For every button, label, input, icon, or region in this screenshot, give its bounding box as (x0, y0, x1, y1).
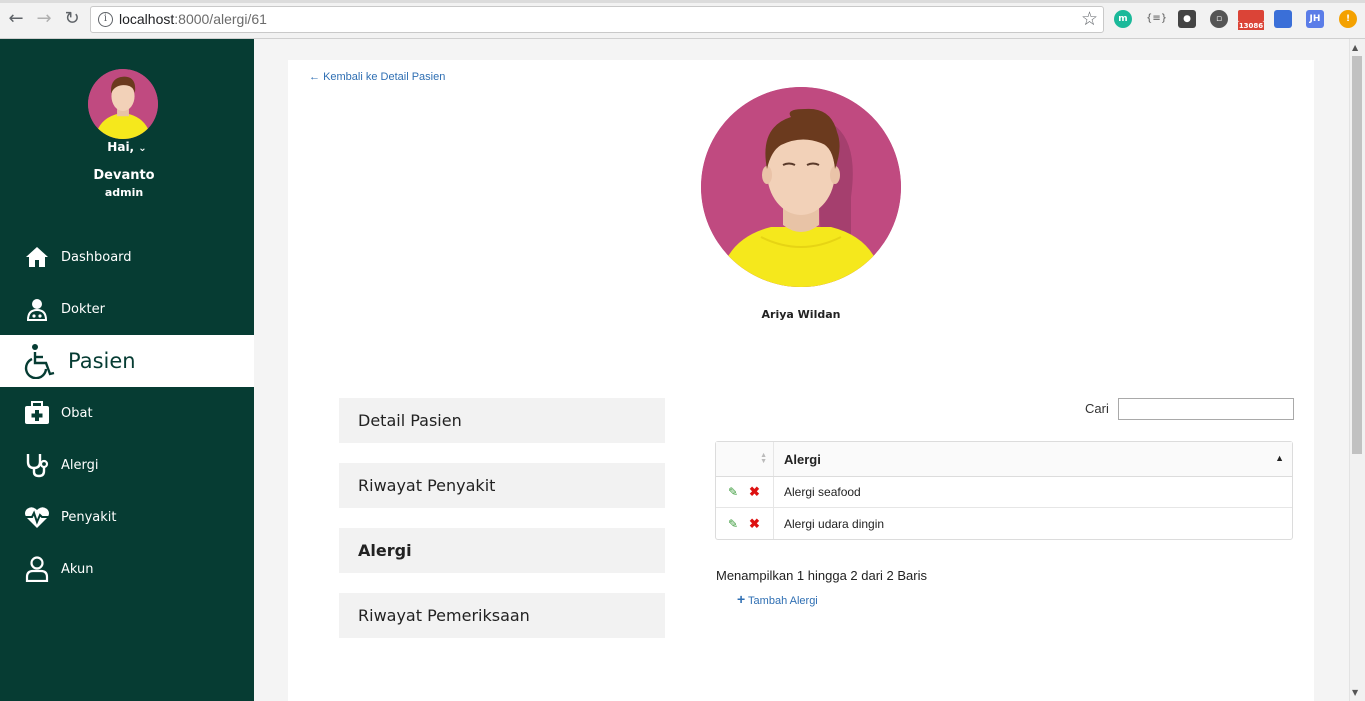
delete-icon[interactable]: ✖ (749, 517, 760, 530)
sidebar-item-label: Dashboard (61, 249, 132, 265)
table-header: ▲ ▼ Alergi ▲ (716, 442, 1292, 477)
address-bar[interactable]: i localhost:8000/alergi/61 ☆ (90, 6, 1104, 33)
tab-alergi[interactable]: Alergi (339, 528, 665, 573)
patient-name: Ariya Wildan (761, 308, 841, 321)
back-arrow-icon[interactable]: ← (6, 9, 26, 29)
table-cell: Alergi udara dingin (784, 516, 885, 531)
mail-badge: 13086 (1238, 22, 1264, 30)
patient-avatar-illustration (701, 87, 901, 287)
edit-icon[interactable]: ✎ (728, 486, 741, 498)
user-icon (24, 556, 50, 582)
alergi-table: ▲ ▼ Alergi ▲ ✎ ✖ Alergi seafood ✎ ✖ Alergi… (715, 441, 1293, 540)
delete-icon[interactable]: ✖ (749, 485, 760, 498)
stethoscope-icon (24, 452, 50, 478)
url-text[interactable]: localhost:8000/alergi/61 (119, 11, 267, 27)
mail-icon (1238, 10, 1264, 22)
sort-icon: ▲ ▼ (760, 452, 767, 465)
sidebar-item-dokter[interactable]: Dokter (0, 283, 254, 335)
plus-icon: + (737, 591, 746, 607)
sidebar-item-obat[interactable]: Obat (0, 387, 254, 439)
arrow-left-icon: ← (309, 71, 320, 83)
user-avatar[interactable] (88, 69, 158, 139)
column-header-label: Alergi (784, 451, 821, 467)
add-alergi-link[interactable]: + Tambah Alergi (737, 591, 818, 607)
sidebar-item-alergi[interactable]: Alergi (0, 439, 254, 491)
scroll-down-icon[interactable]: ▼ (1352, 688, 1358, 697)
row-actions: ✎ ✖ (716, 477, 774, 507)
url-path: :8000/alergi/61 (174, 11, 267, 27)
user-role: admin (104, 186, 144, 199)
bookmark-star-icon[interactable]: ☆ (1081, 8, 1098, 30)
extension-m-icon[interactable]: m (1114, 10, 1132, 28)
alergi-column-header[interactable]: Alergi ▲ (774, 442, 1292, 476)
sidebar-item-label: Penyakit (61, 509, 117, 525)
sidebar-item-label: Obat (61, 405, 93, 421)
username: Devanto (93, 168, 155, 183)
main-content: ← Kembali ke Detail Pasien Ariya Wildan … (288, 60, 1314, 701)
sidebar-item-label: Dokter (61, 301, 105, 317)
avatar-illustration (88, 69, 158, 139)
scroll-up-icon[interactable]: ▲ (1352, 43, 1358, 52)
edit-icon[interactable]: ✎ (728, 518, 741, 530)
row-actions: ✎ ✖ (716, 508, 774, 539)
actions-column-header[interactable]: ▲ ▼ (716, 442, 774, 476)
tab-label: Alergi (358, 541, 412, 560)
scrollbar-thumb[interactable] (1352, 56, 1362, 454)
patient-avatar (701, 87, 901, 287)
extension-line-icon[interactable]: ▫ (1210, 10, 1228, 28)
sort-asc-icon: ▲ (1275, 453, 1284, 463)
heartbeat-icon (24, 504, 50, 530)
greeting-text: Hai, (107, 140, 135, 154)
user-greeting[interactable]: Hai, ⌄ (0, 140, 254, 154)
table-cell: Alergi seafood (784, 485, 861, 499)
search-label: Cari (1085, 401, 1109, 416)
sidebar-item-label: Pasien (68, 349, 136, 373)
extension-camera-icon[interactable]: ● (1178, 10, 1196, 28)
table-info: Menampilkan 1 hingga 2 dari 2 Baris (716, 568, 928, 583)
table-row: ✎ ✖ Alergi seafood (716, 477, 1292, 508)
forward-arrow-icon[interactable]: → (34, 9, 54, 29)
sidebar-item-label: Alergi (61, 457, 99, 473)
tab-label: Riwayat Pemeriksaan (358, 606, 530, 625)
add-link-label: Tambah Alergi (748, 595, 818, 607)
sidebar-item-pasien[interactable]: Pasien (0, 335, 254, 387)
table-row: ✎ ✖ Alergi udara dingin (716, 508, 1292, 539)
extension-json-icon[interactable]: {≡} (1146, 10, 1167, 28)
tab-label: Detail Pasien (358, 411, 462, 430)
sidebar: Hai, ⌄ Devanto admin Dashboard Dokter Pa… (0, 39, 254, 701)
extension-window-icon[interactable] (1274, 10, 1292, 28)
sidebar-item-akun[interactable]: Akun (0, 543, 254, 595)
search-input[interactable] (1118, 398, 1294, 420)
chevron-down-icon: ⌄ (138, 143, 147, 154)
gmail-extension-icon[interactable]: 13086 (1238, 10, 1264, 30)
back-link-label: Kembali ke Detail Pasien (323, 71, 446, 83)
sidebar-item-penyakit[interactable]: Penyakit (0, 491, 254, 543)
sidebar-item-label: Akun (61, 561, 94, 577)
info-icon[interactable]: i (98, 12, 113, 27)
tab-riwayat-pemeriksaan[interactable]: Riwayat Pemeriksaan (339, 593, 665, 638)
extension-jh-icon[interactable]: JH (1306, 10, 1324, 28)
reload-icon[interactable]: ↻ (62, 9, 82, 29)
medkit-icon (24, 400, 50, 426)
doctor-icon (24, 296, 50, 322)
url-host: localhost (119, 11, 175, 27)
tab-riwayat-penyakit[interactable]: Riwayat Penyakit (339, 463, 665, 508)
wheelchair-icon (24, 344, 58, 379)
warning-icon[interactable]: ! (1339, 10, 1357, 28)
sidebar-item-dashboard[interactable]: Dashboard (0, 231, 254, 283)
tab-label: Riwayat Penyakit (358, 476, 496, 495)
browser-toolbar: ← → ↻ i localhost:8000/alergi/61 ☆ m {≡}… (0, 0, 1365, 39)
tab-strip (0, 0, 1365, 3)
back-link[interactable]: ← Kembali ke Detail Pasien (309, 71, 445, 83)
home-icon (24, 244, 50, 270)
tab-detail-pasien[interactable]: Detail Pasien (339, 398, 665, 443)
